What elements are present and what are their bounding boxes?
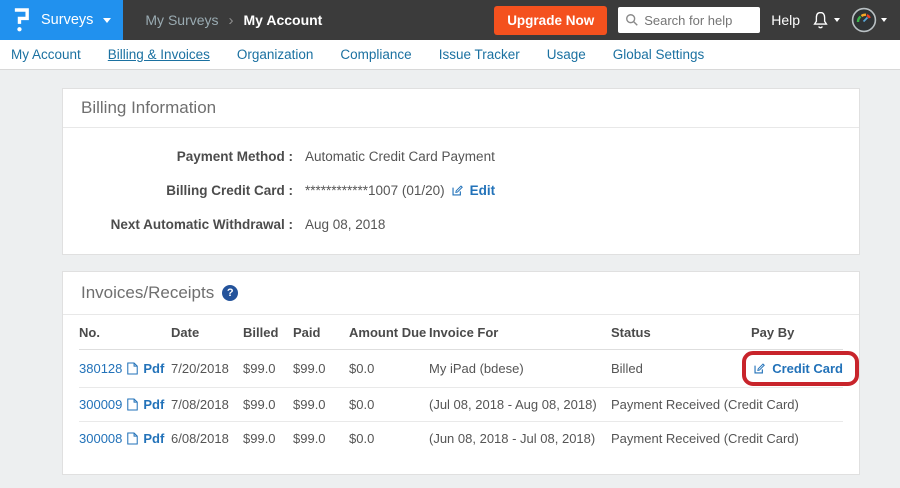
- questionpro-logo-icon: [11, 5, 31, 35]
- invoices-table: No. Date Billed Paid Amount Due Invoice …: [79, 315, 843, 458]
- col-amount-due: Amount Due: [349, 315, 429, 350]
- tab-compliance[interactable]: Compliance: [340, 47, 411, 62]
- invoice-billed: $99.0: [243, 388, 293, 422]
- invoice-status: Billed: [611, 350, 751, 388]
- page-content: Billing Information Payment Method : Aut…: [0, 70, 900, 475]
- product-menu[interactable]: Surveys: [0, 0, 123, 40]
- invoice-amount-due: $0.0: [349, 350, 429, 388]
- help-link[interactable]: Help: [771, 12, 800, 28]
- invoice-date: 6/08/2018: [171, 422, 243, 459]
- invoice-paid: $99.0: [293, 422, 349, 459]
- col-billed: Billed: [243, 315, 293, 350]
- invoices-receipts-panel: Invoices/Receipts ? No. Date Billed Paid…: [62, 271, 860, 475]
- table-row: 300008 Pdf 6/08/2018 $99.0 $99.0 $0.: [79, 422, 843, 459]
- topbar-actions: Upgrade Now Help: [494, 6, 900, 35]
- pay-by-credit-card-link[interactable]: Credit Card: [772, 361, 843, 376]
- edit-icon: [753, 362, 766, 375]
- notifications-control[interactable]: [811, 10, 840, 31]
- help-search: [618, 7, 760, 33]
- col-no: No.: [79, 315, 171, 350]
- edit-credit-card-link[interactable]: Edit: [470, 183, 496, 198]
- tab-global-settings[interactable]: Global Settings: [613, 47, 705, 62]
- breadcrumb: My Surveys › My Account: [145, 12, 322, 29]
- pdf-link[interactable]: Pdf: [143, 431, 164, 446]
- next-withdrawal-label: Next Automatic Withdrawal :: [63, 216, 293, 233]
- chevron-down-icon: [881, 18, 887, 22]
- help-icon[interactable]: ?: [222, 285, 238, 301]
- billing-information-body: Payment Method : Automatic Credit Card P…: [63, 128, 859, 254]
- invoice-date: 7/20/2018: [171, 350, 243, 388]
- tab-my-account[interactable]: My Account: [11, 47, 81, 62]
- next-withdrawal-value: Aug 08, 2018: [305, 217, 385, 232]
- pdf-file-icon: [127, 432, 138, 445]
- account-menu[interactable]: [851, 7, 887, 33]
- invoice-status: Payment Received (Credit Card): [611, 422, 751, 459]
- col-status: Status: [611, 315, 751, 350]
- pdf-link[interactable]: Pdf: [143, 361, 164, 376]
- col-paid: Paid: [293, 315, 349, 350]
- table-header-row: No. Date Billed Paid Amount Due Invoice …: [79, 315, 843, 350]
- invoice-status: Payment Received (Credit Card): [611, 388, 751, 422]
- top-bar: Surveys My Surveys › My Account Upgrade …: [0, 0, 900, 40]
- col-invoice-for: Invoice For: [429, 315, 611, 350]
- invoice-for: My iPad (bdese): [429, 350, 611, 388]
- billing-information-panel: Billing Information Payment Method : Aut…: [62, 88, 860, 255]
- pdf-file-icon: [127, 362, 138, 375]
- table-row: 380128 Pdf 7/20/2018 $99.0 $99.0 $0.: [79, 350, 843, 388]
- avatar: [851, 7, 877, 33]
- breadcrumb-current: My Account: [244, 12, 323, 28]
- search-icon: [625, 13, 639, 27]
- product-label: Surveys: [41, 12, 93, 28]
- breadcrumb-parent[interactable]: My Surveys: [145, 12, 218, 28]
- invoice-number-link[interactable]: 380128: [79, 361, 122, 376]
- pdf-file-icon: [127, 398, 138, 411]
- upgrade-now-button[interactable]: Upgrade Now: [494, 6, 607, 35]
- billing-credit-card-label: Billing Credit Card :: [63, 182, 293, 199]
- tab-usage[interactable]: Usage: [547, 47, 586, 62]
- invoice-paid: $99.0: [293, 350, 349, 388]
- chevron-down-icon: [834, 18, 840, 22]
- col-pay-by: Pay By: [751, 315, 843, 350]
- tab-issue-tracker[interactable]: Issue Tracker: [439, 47, 520, 62]
- bell-icon: [811, 10, 830, 31]
- payment-method-value: Automatic Credit Card Payment: [305, 149, 495, 164]
- billing-information-header: Billing Information: [63, 89, 859, 128]
- invoice-for: (Jun 08, 2018 - Jul 08, 2018): [429, 422, 611, 459]
- payment-method-label: Payment Method :: [63, 148, 293, 165]
- next-withdrawal-row: Next Automatic Withdrawal : Aug 08, 2018: [63, 216, 859, 233]
- account-nav-tabs: My Account Billing & Invoices Organizati…: [0, 40, 900, 70]
- invoice-date: 7/08/2018: [171, 388, 243, 422]
- tab-organization[interactable]: Organization: [237, 47, 314, 62]
- invoice-for: (Jul 08, 2018 - Aug 08, 2018): [429, 388, 611, 422]
- invoices-table-wrap: No. Date Billed Paid Amount Due Invoice …: [63, 315, 859, 474]
- billing-credit-card-row: Billing Credit Card : ************1007 (…: [63, 182, 859, 199]
- invoice-number-link[interactable]: 300009: [79, 397, 122, 412]
- panel-title: Invoices/Receipts: [81, 283, 214, 303]
- table-row: 300009 Pdf 7/08/2018 $99.0 $99.0 $0.: [79, 388, 843, 422]
- billing-credit-card-value: ************1007 (01/20): [305, 183, 445, 198]
- edit-icon: [451, 184, 464, 197]
- invoice-billed: $99.0: [243, 422, 293, 459]
- tab-billing-invoices[interactable]: Billing & Invoices: [108, 47, 210, 62]
- invoice-number-link[interactable]: 300008: [79, 431, 122, 446]
- pdf-link[interactable]: Pdf: [143, 397, 164, 412]
- invoice-billed: $99.0: [243, 350, 293, 388]
- panel-title: Billing Information: [81, 98, 216, 118]
- search-input[interactable]: [618, 7, 760, 33]
- breadcrumb-separator-icon: ›: [229, 12, 234, 29]
- invoice-amount-due: $0.0: [349, 388, 429, 422]
- col-date: Date: [171, 315, 243, 350]
- invoices-receipts-header: Invoices/Receipts ?: [63, 272, 859, 315]
- chevron-down-icon: [103, 18, 111, 23]
- invoice-paid: $99.0: [293, 388, 349, 422]
- invoice-amount-due: $0.0: [349, 422, 429, 459]
- payment-method-row: Payment Method : Automatic Credit Card P…: [63, 148, 859, 165]
